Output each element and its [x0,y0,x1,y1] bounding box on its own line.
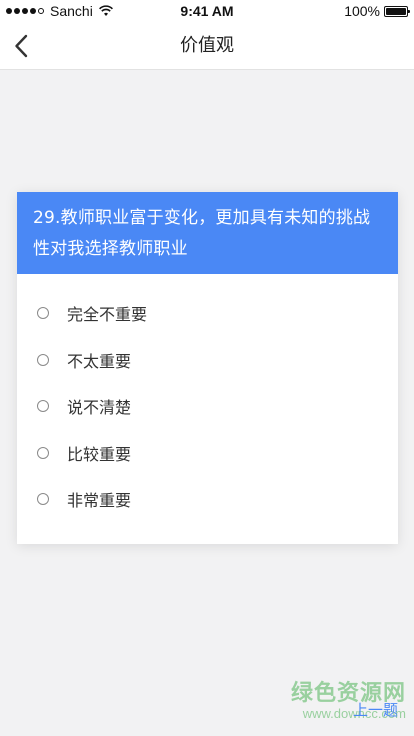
nav-bar: 价值观 [0,22,414,70]
radio-icon[interactable] [37,353,49,366]
radio-icon[interactable] [37,493,49,506]
option-label: 非常重要 [67,491,132,511]
option-label: 比较重要 [67,444,132,464]
status-right: 100% [344,3,410,19]
battery-percent: 100% [344,3,380,19]
status-bar: Sanchi 9:41 AM 100% [0,0,414,22]
battery-icon [384,5,410,17]
option-label: 完全不重要 [67,305,148,325]
question-text: 29.教师职业富于变化，更加具有未知的挑战性对我选择教师职业 [17,192,398,274]
page-title: 价值观 [180,35,234,56]
option-item[interactable]: 比较重要 [17,430,398,477]
option-item[interactable]: 非常重要 [17,476,398,523]
option-item[interactable]: 完全不重要 [17,290,398,337]
option-label: 说不清楚 [67,398,132,418]
previous-question-button[interactable]: 上一题 [353,699,398,720]
question-card: 29.教师职业富于变化，更加具有未知的挑战性对我选择教师职业 完全不重要 不太重… [17,192,398,544]
option-item[interactable]: 说不清楚 [17,383,398,430]
options-list: 完全不重要 不太重要 说不清楚 比较重要 非常重要 [17,290,398,523]
option-label: 不太重要 [67,351,132,371]
radio-icon[interactable] [37,307,49,320]
option-item[interactable]: 不太重要 [17,337,398,384]
radio-icon[interactable] [37,446,49,459]
radio-icon[interactable] [37,400,49,413]
